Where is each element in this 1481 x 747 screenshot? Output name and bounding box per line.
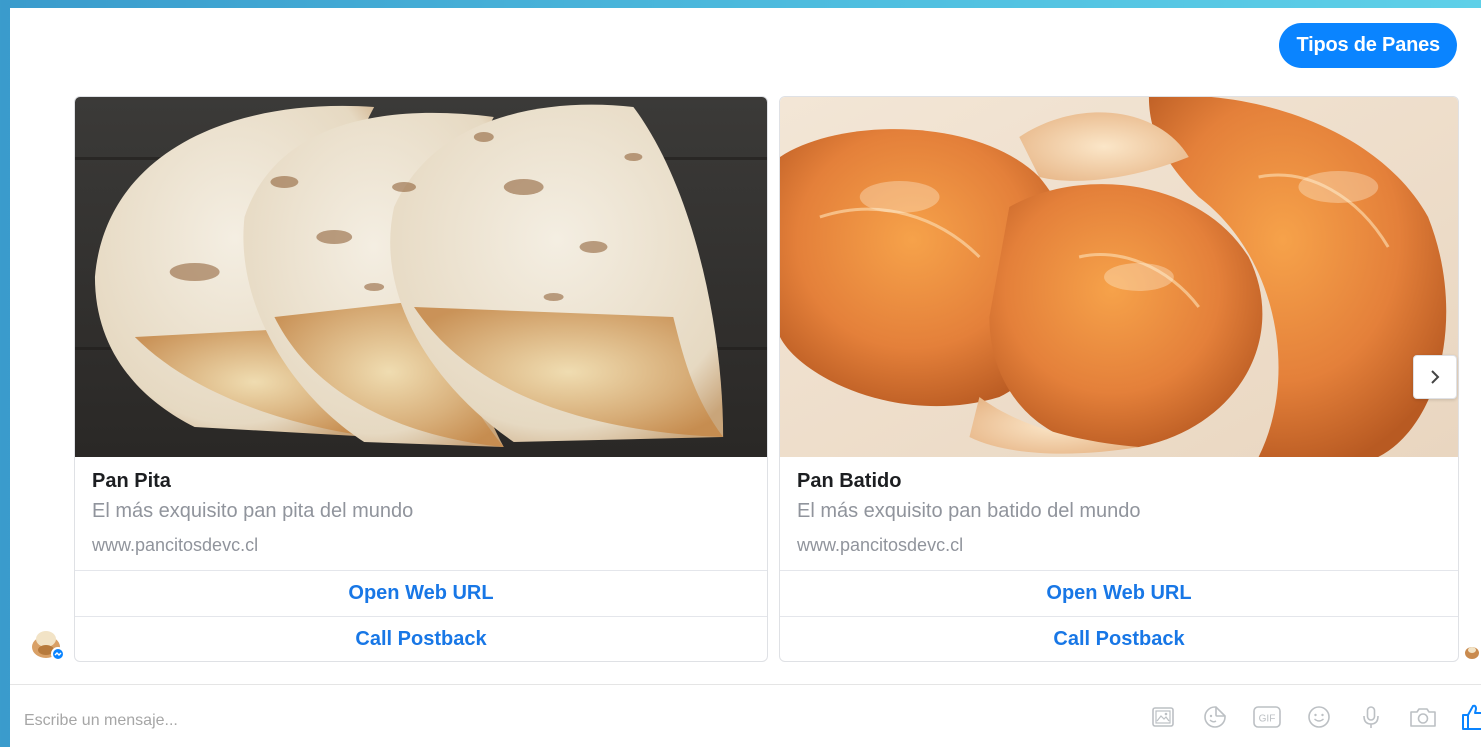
card-body: Pan Batido El más exquisito pan batido d… — [780, 457, 1458, 571]
card-subtitle: El más exquisito pan batido del mundo — [797, 500, 1141, 522]
bot-avatar — [29, 625, 65, 661]
chevron-right-icon — [1431, 370, 1440, 384]
composer-toolbar: GIF — [1148, 700, 1481, 734]
messenger-window: Tipos de Panes Pan Pita El más exquisito… — [10, 8, 1481, 747]
sticker-icon[interactable] — [1200, 700, 1230, 734]
message-input[interactable] — [24, 706, 524, 736]
open-web-url-button[interactable]: Open Web URL — [780, 571, 1458, 616]
card-image-pan-batido[interactable] — [780, 97, 1458, 457]
image-icon[interactable] — [1148, 700, 1178, 734]
card-url: www.pancitosdevc.cl — [92, 535, 259, 555]
card-body: Pan Pita El más exquisito pan pita del m… — [75, 457, 767, 571]
carousel-next-button[interactable] — [1413, 355, 1457, 399]
call-postback-button[interactable]: Call Postback — [780, 616, 1458, 661]
card-title: Pan Batido — [797, 470, 902, 492]
gif-icon[interactable]: GIF — [1252, 700, 1282, 734]
carousel-card-pan-pita: Pan Pita El más exquisito pan pita del m… — [74, 96, 768, 662]
card-title: Pan Pita — [92, 470, 171, 492]
carousel-card-pan-batido: Pan Batido El más exquisito pan batido d… — [779, 96, 1459, 662]
emoji-icon[interactable] — [1304, 700, 1334, 734]
open-web-url-button[interactable]: Open Web URL — [75, 571, 767, 616]
user-message-bubble: Tipos de Panes — [1279, 23, 1457, 68]
call-postback-button[interactable]: Call Postback — [75, 616, 767, 661]
composer-divider — [10, 684, 1481, 685]
camera-icon[interactable] — [1408, 700, 1438, 734]
card-url: www.pancitosdevc.cl — [797, 535, 964, 555]
like-icon[interactable] — [1460, 700, 1481, 734]
card-image-pan-pita[interactable] — [75, 97, 767, 457]
read-receipt-avatar — [1464, 644, 1480, 660]
card-subtitle: El más exquisito pan pita del mundo — [92, 500, 414, 522]
svg-text:GIF: GIF — [1259, 714, 1276, 725]
microphone-icon[interactable] — [1356, 700, 1386, 734]
